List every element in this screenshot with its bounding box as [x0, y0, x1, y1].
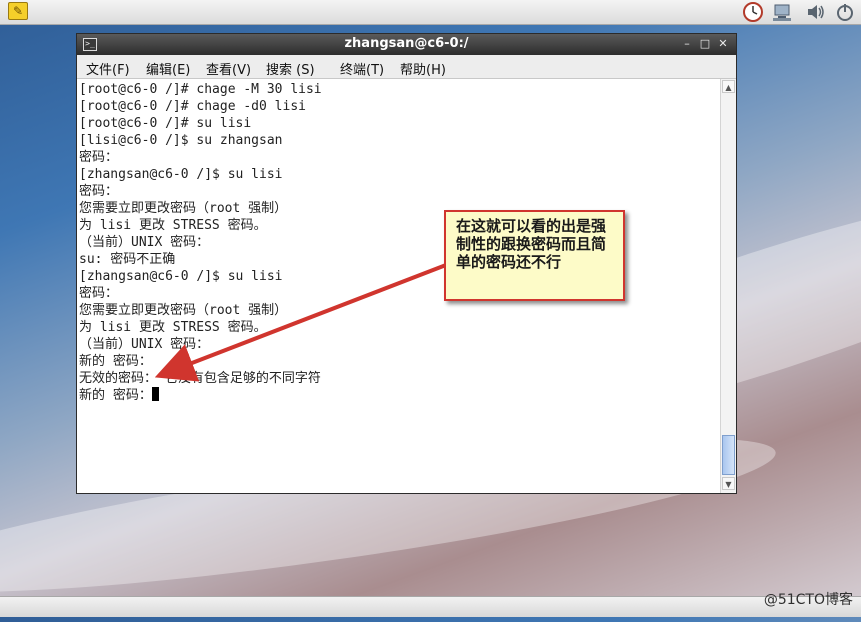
- scrollbar-thumb[interactable]: [722, 435, 735, 475]
- terminal-line: su: 密码不正确: [79, 252, 176, 267]
- top-panel: ✎: [0, 0, 861, 25]
- network-icon[interactable]: [772, 1, 794, 23]
- terminal-line: 密码：: [79, 184, 119, 199]
- power-icon[interactable]: [834, 1, 856, 23]
- terminal-line: 密码：: [79, 150, 119, 165]
- terminal-line: 为 lisi 更改 STRESS 密码。: [79, 218, 267, 233]
- volume-icon[interactable]: [805, 1, 827, 23]
- terminal-line: 无效的密码： 它没有包含足够的不同字符: [79, 371, 321, 386]
- terminal-line: [lisi@c6-0 /]$ su zhangsan: [79, 133, 283, 148]
- minimize-button[interactable]: –: [679, 36, 695, 52]
- menu-edit[interactable]: 编辑(E): [146, 59, 190, 78]
- scroll-down-arrow-icon[interactable]: ▼: [722, 477, 735, 490]
- terminal-line: 新的 密码：: [79, 354, 152, 369]
- scroll-up-arrow-icon[interactable]: ▲: [722, 80, 735, 93]
- terminal-line: [root@c6-0 /]# chage -M 30 lisi: [79, 82, 322, 97]
- terminal-line: （当前）UNIX 密码：: [79, 235, 210, 250]
- terminal-line: 您需要立即更改密码（root 强制）: [79, 201, 288, 216]
- terminal-line: 密码：: [79, 286, 119, 301]
- close-button[interactable]: ✕: [715, 36, 731, 52]
- bottom-panel: [0, 596, 861, 617]
- window-title: zhangsan@c6-0:/: [344, 36, 469, 51]
- annotation-text: 在这就可以看的出是强制性的跟换密码而且简单的密码还不行: [456, 217, 607, 271]
- terminal-line: （当前）UNIX 密码：: [79, 337, 210, 352]
- terminal-cursor: [151, 387, 159, 401]
- menu-bar: 文件(F) 编辑(E) 查看(V) 搜索 (S) 终端(T) 帮助(H): [77, 55, 736, 79]
- terminal-line: 为 lisi 更改 STRESS 密码。: [79, 320, 267, 335]
- menu-view[interactable]: 查看(V): [206, 59, 251, 78]
- menu-terminal[interactable]: 终端(T): [340, 59, 384, 78]
- terminal-line: [root@c6-0 /]# chage -d0 lisi: [79, 99, 306, 114]
- terminal-line: [zhangsan@c6-0 /]$ su lisi: [79, 167, 283, 182]
- menu-file[interactable]: 文件(F): [86, 59, 130, 78]
- menu-search[interactable]: 搜索 (S): [266, 59, 315, 78]
- terminal-line: [zhangsan@c6-0 /]$ su lisi: [79, 269, 283, 284]
- terminal-prompt-line: 新的 密码：: [79, 387, 159, 404]
- terminal-line: 新的 密码：: [79, 388, 152, 403]
- watermark-text: @51CTO博客: [763, 592, 853, 608]
- terminal-line: [root@c6-0 /]# su lisi: [79, 116, 252, 131]
- clock-icon[interactable]: [742, 1, 764, 23]
- menu-help[interactable]: 帮助(H): [400, 59, 446, 78]
- window-titlebar[interactable]: >_ zhangsan@c6-0:/ – □ ✕: [77, 34, 736, 55]
- vertical-scrollbar[interactable]: ▲ ▼: [720, 79, 736, 493]
- terminal-window: >_ zhangsan@c6-0:/ – □ ✕ 文件(F) 编辑(E) 查看(…: [76, 33, 737, 494]
- maximize-button[interactable]: □: [697, 36, 713, 52]
- terminal-line: 您需要立即更改密码（root 强制）: [79, 303, 288, 318]
- notes-icon[interactable]: ✎: [8, 2, 28, 20]
- annotation-callout: 在这就可以看的出是强制性的跟换密码而且简单的密码还不行: [444, 210, 625, 301]
